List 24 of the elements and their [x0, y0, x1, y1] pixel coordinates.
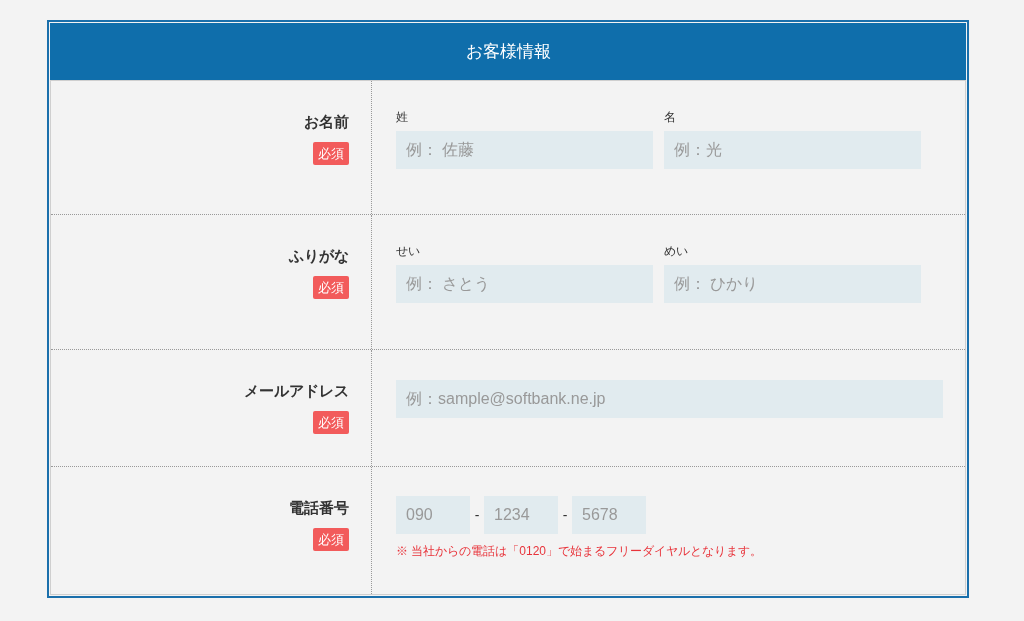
input-field[interactable]: 例： 佐藤 [396, 131, 653, 169]
field-label: ふりがな [289, 246, 349, 266]
field-label: めい [664, 243, 689, 259]
field-label: 姓 [396, 109, 409, 125]
required-badge: 必須 [313, 141, 349, 165]
field-label: メールアドレス [244, 381, 349, 401]
separator-text: - [473, 505, 481, 525]
form-title: お客様情報 [50, 23, 966, 80]
field-label: 名 [664, 109, 677, 125]
required-badge: 必須 [313, 275, 349, 299]
separator-text: - [561, 505, 569, 525]
field-label: せい [396, 243, 421, 259]
field-label: 電話番号 [289, 498, 349, 518]
input-field[interactable]: 例： ひかり [664, 265, 921, 303]
input-field[interactable]: 例： さとう [396, 265, 653, 303]
phone-field[interactable]: 5678 [572, 496, 646, 534]
required-badge: 必須 [313, 527, 349, 551]
phone-field[interactable]: 090 [396, 496, 470, 534]
phone-field[interactable]: 1234 [484, 496, 558, 534]
note-text: ※ 当社からの電話は「0120」で始まるフリーダイヤルとなります。 [396, 543, 763, 560]
email-field[interactable]: 例：sample@softbank.ne.jp [396, 380, 943, 418]
required-badge: 必須 [313, 410, 349, 434]
input-field[interactable]: 例：光 [664, 131, 921, 169]
field-label: お名前 [304, 112, 349, 132]
